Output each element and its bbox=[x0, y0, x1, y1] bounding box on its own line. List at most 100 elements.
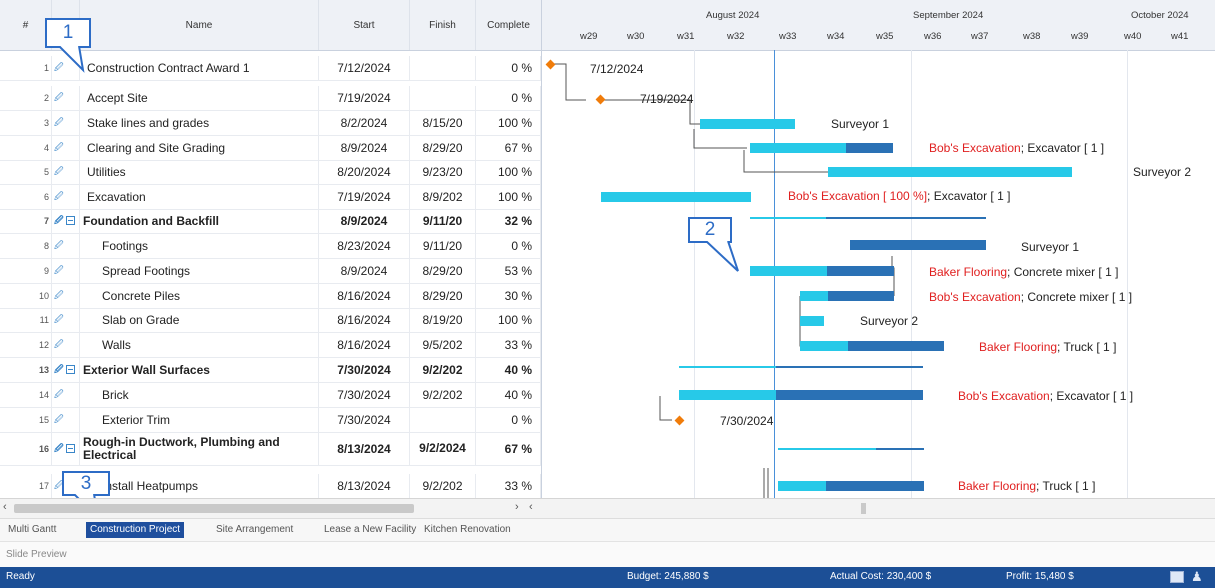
task-complete[interactable]: 100 % bbox=[476, 111, 541, 135]
task-start[interactable]: 8/13/2024 bbox=[319, 474, 410, 498]
task-finish[interactable]: 8/29/20 bbox=[410, 136, 476, 160]
task-start[interactable]: 8/13/2024 bbox=[319, 432, 410, 465]
task-bar[interactable] bbox=[828, 167, 1072, 177]
task-name[interactable]: Utilities bbox=[80, 160, 319, 184]
table-row[interactable]: 8 🖉 Footings 8/23/2024 9/11/20 0 % bbox=[0, 234, 541, 259]
task-bar[interactable] bbox=[800, 316, 824, 326]
task-name[interactable]: Slab on Grade bbox=[80, 308, 319, 332]
task-complete[interactable]: 100 % bbox=[476, 185, 541, 209]
tab-lease-a-new-facility[interactable]: Lease a New Facility bbox=[320, 522, 420, 538]
task-complete[interactable]: 100 % bbox=[476, 160, 541, 184]
task-start[interactable]: 8/23/2024 bbox=[319, 234, 410, 258]
table-row[interactable]: 10 🖉 Concrete Piles 8/16/2024 8/29/20 30… bbox=[0, 284, 541, 309]
task-finish[interactable]: 9/2/2024 bbox=[410, 432, 476, 465]
task-finish[interactable]: 9/2/202 bbox=[410, 474, 476, 498]
table-row[interactable]: 5 🖉 Utilities 8/20/2024 9/23/20 100 % bbox=[0, 160, 541, 185]
task-finish[interactable]: 8/15/20 bbox=[410, 111, 476, 135]
task-finish[interactable]: 8/19/20 bbox=[410, 308, 476, 332]
task-name[interactable]: Construction Contract Award 1 bbox=[80, 56, 319, 80]
task-name[interactable]: Accept Site bbox=[80, 86, 319, 110]
table-row[interactable]: 15 🖉 Exterior Trim 7/30/2024 0 % bbox=[0, 408, 541, 433]
table-row[interactable]: 12 🖉 Walls 8/16/2024 9/5/202 33 % bbox=[0, 333, 541, 358]
task-complete[interactable]: 0 % bbox=[476, 56, 541, 80]
task-name[interactable]: Brick bbox=[80, 383, 319, 407]
task-name[interactable]: Install Heatpumps bbox=[80, 474, 319, 498]
task-finish[interactable]: 9/2/202 bbox=[410, 383, 476, 407]
user-icon[interactable]: ♟ bbox=[1191, 569, 1203, 585]
task-name[interactable]: Exterior Wall Surfaces bbox=[80, 358, 319, 382]
task-name[interactable]: Stake lines and grades bbox=[80, 111, 319, 135]
task-finish[interactable]: 9/23/20 bbox=[410, 160, 476, 184]
table-row[interactable]: 13 🖉 Exterior Wall Surfaces 7/30/2024 9/… bbox=[0, 358, 541, 383]
task-finish[interactable] bbox=[410, 86, 476, 110]
task-start[interactable]: 7/19/2024 bbox=[319, 86, 410, 110]
scroll-left-icon[interactable]: ‹ bbox=[529, 501, 533, 513]
task-start[interactable]: 8/9/2024 bbox=[319, 259, 410, 283]
task-start[interactable]: 7/12/2024 bbox=[319, 56, 410, 80]
task-finish[interactable]: 9/11/20 bbox=[410, 234, 476, 258]
task-start[interactable]: 7/30/2024 bbox=[319, 358, 410, 382]
task-start[interactable]: 8/2/2024 bbox=[319, 111, 410, 135]
col-header-complete[interactable]: Complete bbox=[476, 0, 541, 50]
scroll-right-icon[interactable]: › bbox=[515, 501, 519, 513]
table-row[interactable]: 7 🖉 Foundation and Backfill 8/9/2024 9/1… bbox=[0, 209, 541, 234]
task-complete[interactable]: 32 % bbox=[476, 209, 541, 233]
slide-preview-label[interactable]: Slide Preview bbox=[6, 549, 67, 560]
table-row[interactable]: 2 🖉 Accept Site 7/19/2024 0 % bbox=[0, 86, 541, 111]
task-name[interactable]: Excavation bbox=[80, 185, 319, 209]
col-header-name[interactable]: Name bbox=[80, 0, 319, 50]
task-finish[interactable]: 8/9/202 bbox=[410, 185, 476, 209]
task-name[interactable]: Exterior Trim bbox=[80, 408, 319, 432]
task-name[interactable]: Concrete Piles bbox=[80, 284, 319, 308]
task-start[interactable]: 8/9/2024 bbox=[319, 209, 410, 233]
task-name[interactable]: Clearing and Site Grading bbox=[80, 136, 319, 160]
task-complete[interactable]: 53 % bbox=[476, 259, 541, 283]
task-start[interactable]: 8/16/2024 bbox=[319, 284, 410, 308]
task-complete[interactable]: 40 % bbox=[476, 383, 541, 407]
task-complete[interactable]: 40 % bbox=[476, 358, 541, 382]
table-row[interactable]: 6 🖉 Excavation 7/19/2024 8/9/202 100 % bbox=[0, 185, 541, 210]
task-start[interactable]: 8/20/2024 bbox=[319, 160, 410, 184]
task-finish[interactable]: 8/29/20 bbox=[410, 259, 476, 283]
table-row[interactable]: 4 🖉 Clearing and Site Grading 8/9/2024 8… bbox=[0, 136, 541, 161]
col-header-finish[interactable]: Finish bbox=[410, 0, 476, 50]
task-name[interactable]: Rough-in Ductwork, Plumbing and Electric… bbox=[80, 432, 319, 465]
task-complete[interactable]: 100 % bbox=[476, 308, 541, 332]
task-finish[interactable] bbox=[410, 56, 476, 80]
grid-scrollbar-thumb[interactable] bbox=[14, 504, 414, 513]
task-finish[interactable]: 8/29/20 bbox=[410, 284, 476, 308]
task-start[interactable]: 7/19/2024 bbox=[319, 185, 410, 209]
task-start[interactable]: 8/16/2024 bbox=[319, 308, 410, 332]
task-complete[interactable]: 30 % bbox=[476, 284, 541, 308]
calendar-icon[interactable] bbox=[1170, 571, 1184, 583]
task-name[interactable]: Spread Footings bbox=[80, 259, 319, 283]
task-finish[interactable]: 9/2/202 bbox=[410, 358, 476, 382]
table-row[interactable]: 14 🖉 Brick 7/30/2024 9/2/202 40 % bbox=[0, 383, 541, 408]
task-name[interactable]: Foundation and Backfill bbox=[80, 209, 319, 233]
task-complete[interactable]: 0 % bbox=[476, 86, 541, 110]
scroll-left-icon[interactable]: ‹ bbox=[3, 501, 7, 513]
task-name[interactable]: Footings bbox=[80, 234, 319, 258]
task-finish[interactable]: 9/5/202 bbox=[410, 333, 476, 357]
task-name[interactable]: Walls bbox=[80, 333, 319, 357]
collapse-icon[interactable] bbox=[65, 444, 75, 453]
table-row[interactable]: 3 🖉 Stake lines and grades 8/2/2024 8/15… bbox=[0, 111, 541, 136]
task-complete[interactable]: 0 % bbox=[476, 234, 541, 258]
collapse-icon[interactable] bbox=[65, 365, 75, 375]
task-bar[interactable] bbox=[850, 240, 986, 250]
tab-construction-project[interactable]: Construction Project bbox=[86, 522, 185, 538]
task-complete[interactable]: 67 % bbox=[476, 432, 541, 465]
table-row[interactable]: 16 🖉 Rough-in Ductwork, Plumbing and Ele… bbox=[0, 432, 541, 466]
task-start[interactable]: 7/30/2024 bbox=[319, 408, 410, 432]
task-start[interactable]: 8/9/2024 bbox=[319, 136, 410, 160]
collapse-icon[interactable] bbox=[65, 216, 75, 226]
task-start[interactable]: 7/30/2024 bbox=[319, 383, 410, 407]
tab-kitchen-renovation[interactable]: Kitchen Renovation bbox=[420, 522, 515, 538]
tab-multi-gantt[interactable]: Multi Gantt bbox=[4, 522, 60, 538]
task-finish[interactable] bbox=[410, 408, 476, 432]
task-complete[interactable]: 33 % bbox=[476, 333, 541, 357]
task-bar[interactable] bbox=[601, 192, 751, 202]
task-start[interactable]: 8/16/2024 bbox=[319, 333, 410, 357]
tab-site-arrangement[interactable]: Site Arrangement bbox=[212, 522, 297, 538]
task-complete[interactable]: 0 % bbox=[476, 408, 541, 432]
